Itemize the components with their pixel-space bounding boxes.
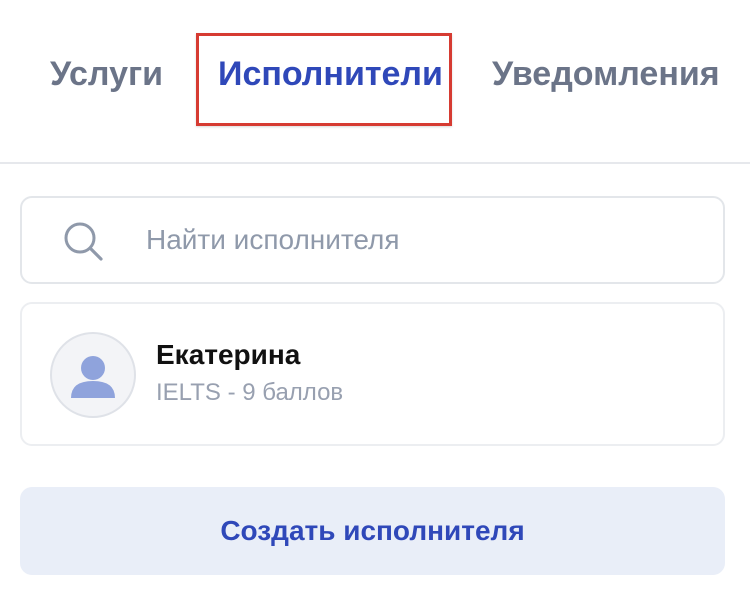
tab-bar: Услуги Исполнители Уведомления xyxy=(0,0,750,164)
performer-name: Екатерина xyxy=(156,339,301,370)
performer-subtitle: IELTS - 9 баллов xyxy=(156,379,344,406)
active-tab-highlight-box xyxy=(196,33,452,126)
tab-notifications[interactable]: Уведомления xyxy=(492,50,720,98)
search-icon xyxy=(62,220,106,264)
avatar xyxy=(50,332,136,418)
search-box[interactable] xyxy=(20,196,725,284)
search-input[interactable] xyxy=(146,216,706,264)
performer-card[interactable]: Екатерина IELTS - 9 баллов xyxy=(20,302,725,446)
user-icon xyxy=(71,356,115,398)
tab-services[interactable]: Услуги xyxy=(50,50,163,98)
create-performer-button[interactable]: Создать исполнителя xyxy=(20,487,725,575)
